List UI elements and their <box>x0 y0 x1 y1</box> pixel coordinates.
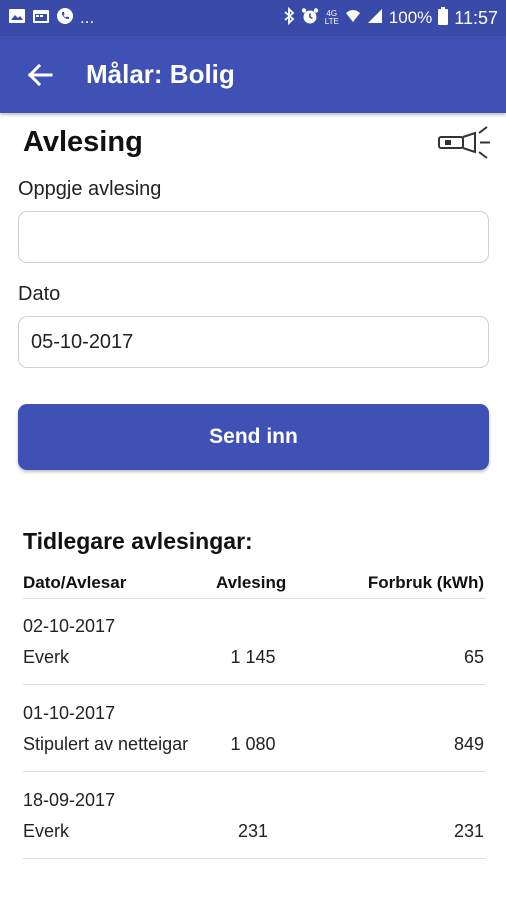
row-reader: Everk <box>23 821 70 841</box>
table-row: 02-10-2017 Everk 1 145 65 <box>23 598 485 685</box>
row-reading: 231 <box>237 821 269 841</box>
app-bar: Målar: Bolig <box>0 36 506 113</box>
signal-icon <box>367 8 383 29</box>
alarm-icon <box>301 7 319 30</box>
status-ellipsis: ... <box>80 8 95 27</box>
image-icon <box>8 8 26 29</box>
reading-input[interactable] <box>18 211 489 263</box>
column-header-date-reader: Dato/Avlesar <box>23 573 127 592</box>
network-type: 4G LTE <box>325 10 339 26</box>
row-date: 18-09-2017 <box>23 790 116 810</box>
arrow-back-icon <box>27 63 53 86</box>
flashlight-button[interactable] <box>436 124 492 162</box>
row-date: 01-10-2017 <box>23 703 116 723</box>
row-reading: 1 080 <box>230 734 276 754</box>
status-bar-left: ... <box>8 7 94 30</box>
app-bar-title: Målar: Bolig <box>86 59 235 89</box>
date-input[interactable]: 05-10-2017 <box>18 316 489 368</box>
status-bar-right: 4G LTE 100% 11:57 <box>283 6 498 30</box>
row-reader: Everk <box>23 647 70 667</box>
row-date: 02-10-2017 <box>23 616 116 636</box>
section-title: Avlesing <box>23 126 143 158</box>
status-bar: ... 4G LTE 100% 11:57 <box>0 0 506 36</box>
wifi-icon <box>345 8 361 29</box>
table-row: 01-10-2017 Stipulert av netteigar 1 080 … <box>23 685 485 772</box>
battery-icon <box>438 6 449 30</box>
flashlight-icon <box>438 126 490 159</box>
row-reading: 1 145 <box>230 647 276 667</box>
submit-button[interactable]: Send inn <box>18 404 489 470</box>
reading-label: Oppgje avlesing <box>18 178 162 200</box>
clock: 11:57 <box>454 7 498 28</box>
phone-icon <box>56 7 74 30</box>
column-header-reading: Avlesing <box>216 573 287 592</box>
table-row: 18-09-2017 Everk 231 231 <box>23 772 485 859</box>
bluetooth-icon <box>283 6 295 30</box>
date-label: Dato <box>18 283 61 305</box>
calendar-icon <box>32 8 50 29</box>
row-consumption: 231 <box>453 821 484 841</box>
column-header-consumption: Forbruk (kWh) <box>367 573 484 592</box>
battery-percent: 100% <box>388 8 433 27</box>
row-consumption: 65 <box>463 647 484 667</box>
history-title: Tidlegare avlesingar: <box>23 528 253 554</box>
row-reader: Stipulert av netteigar <box>23 734 189 754</box>
row-consumption: 849 <box>453 734 484 754</box>
back-button[interactable] <box>26 61 54 89</box>
network-label-bottom: LTE <box>324 17 339 26</box>
